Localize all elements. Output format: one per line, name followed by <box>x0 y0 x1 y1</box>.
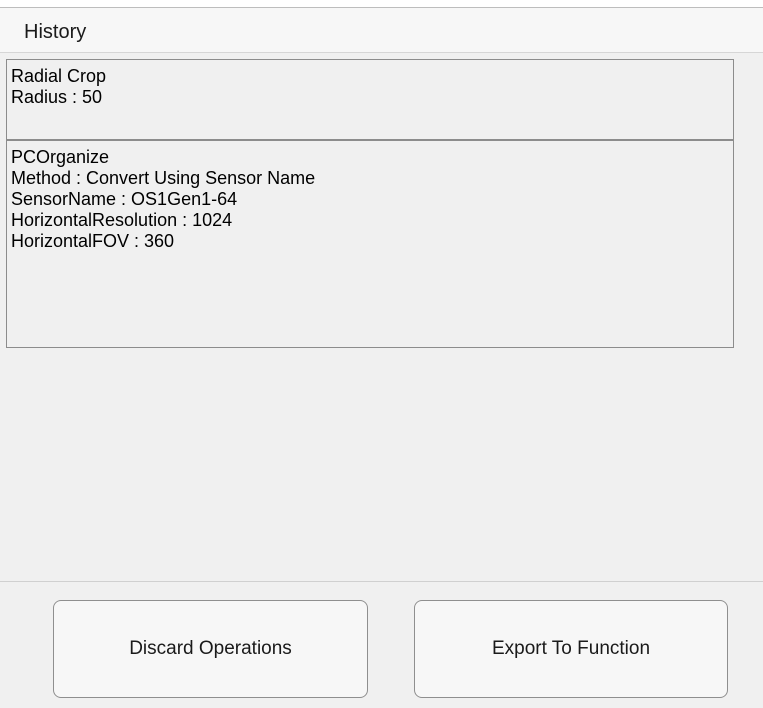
history-title: History <box>24 21 87 43</box>
operation-param-method: Method : Convert Using Sensor Name <box>11 168 316 188</box>
operation-param-horizontal-fov: HorizontalFOV : 360 <box>11 231 175 251</box>
operation-param-sensor-name: SensorName : OS1Gen1-64 <box>11 189 238 209</box>
history-item-radial-crop[interactable]: Radial Crop Radius : 50 <box>6 59 734 141</box>
operation-name: Radial Crop <box>11 66 107 86</box>
operation-param-horizontal-resolution: HorizontalResolution : 1024 <box>11 210 233 230</box>
operation-param-radius: Radius : 50 <box>11 87 103 107</box>
history-item-pcorganize[interactable]: PCOrganize Method : Convert Using Sensor… <box>6 141 734 348</box>
history-list: Radial Crop Radius : 50 PCOrganize Metho… <box>0 53 763 581</box>
top-divider <box>0 0 763 8</box>
history-header: History <box>0 8 763 53</box>
operation-name: PCOrganize <box>11 147 110 167</box>
history-panel: History Radial Crop Radius : 50 PCOrgani… <box>0 0 763 708</box>
history-footer: Discard Operations Export To Function <box>0 581 763 708</box>
export-to-function-button[interactable]: Export To Function <box>414 600 728 698</box>
discard-operations-button[interactable]: Discard Operations <box>53 600 368 698</box>
